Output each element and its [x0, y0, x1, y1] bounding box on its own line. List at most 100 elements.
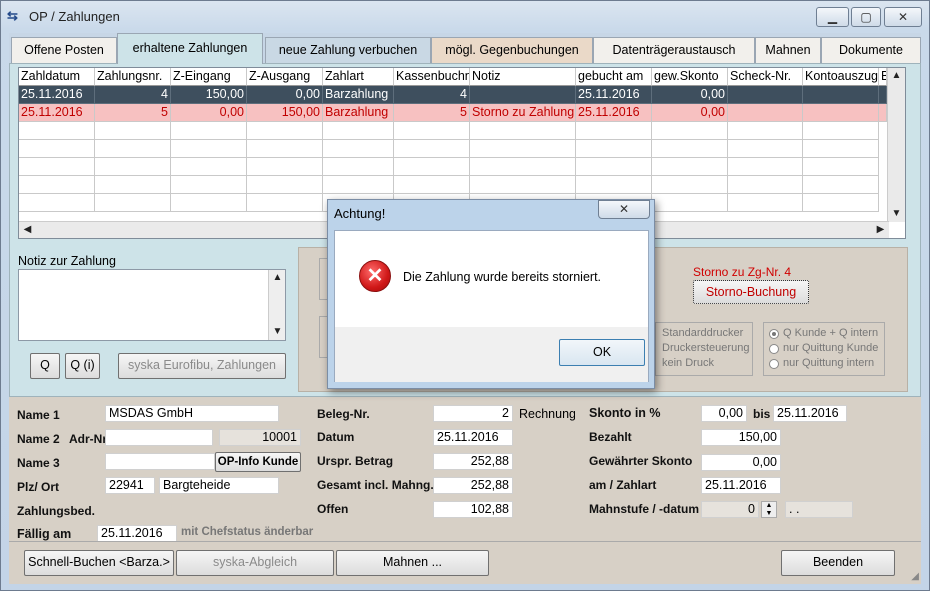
rechnung-label: Rechnung: [519, 407, 575, 421]
dialog-body: ✕ Die Zahlung wurde bereits storniert. O…: [334, 230, 649, 382]
dialog-message: Die Zahlung wurde bereits storniert.: [403, 270, 602, 284]
urspr-field[interactable]: 252,88: [433, 453, 513, 470]
skonto-field[interactable]: 0,00: [701, 405, 747, 422]
datum-field[interactable]: 25.11.2016: [433, 429, 513, 446]
scroll-down-icon[interactable]: ▼: [269, 324, 286, 340]
scroll-right-icon[interactable]: ▶: [872, 222, 889, 238]
schnell-buchen-button[interactable]: Schnell-Buchen <Barza.>: [24, 550, 174, 576]
table-cell: 5: [394, 104, 470, 122]
skonto-label: Skonto in %: [589, 406, 661, 420]
notiz-label: Notiz zur Zahlung: [18, 254, 116, 268]
tab-offene-posten[interactable]: Offene Posten: [11, 37, 117, 63]
adr-nr-field[interactable]: 10001: [219, 429, 301, 446]
scroll-left-icon[interactable]: ◀: [19, 222, 36, 238]
name2-field[interactable]: [105, 429, 213, 446]
bis-field[interactable]: 25.11.2016: [773, 405, 847, 422]
name3-label: Name 3: [17, 456, 60, 470]
q-intern-button[interactable]: Q (i): [65, 353, 100, 379]
close-button[interactable]: ✕: [884, 7, 922, 27]
mahnen-button[interactable]: Mahnen ...: [336, 550, 489, 576]
maximize-button[interactable]: ▢: [851, 7, 881, 27]
minimize-icon: ▁: [827, 10, 838, 24]
scroll-up-icon[interactable]: ▲: [269, 270, 286, 286]
printer-option[interactable]: kein Druck: [662, 357, 714, 369]
table-cell: 150,00: [247, 104, 323, 122]
column-header[interactable]: Kontoauszug-Nr.: [803, 68, 879, 86]
syska-abgleich-button[interactable]: syska-Abgleich: [176, 550, 334, 576]
table-row[interactable]: 25.11.2016 4 150,00 0,00 Barzahlung 4 25…: [19, 86, 887, 104]
column-header[interactable]: Z-Eingang: [171, 68, 247, 86]
table-row[interactable]: 25.11.2016 5 0,00 150,00 Barzahlung 5 St…: [19, 104, 887, 122]
chevron-up-icon[interactable]: ▲: [762, 502, 776, 510]
column-header[interactable]: gebucht am: [576, 68, 652, 86]
gew-skonto-field[interactable]: 0,00: [701, 454, 781, 471]
zahldatum-field[interactable]: 25.11.2016: [701, 477, 781, 494]
column-header[interactable]: Z-Ausgang: [247, 68, 323, 86]
tab-datentraeger[interactable]: Datenträgeraustausch: [593, 37, 755, 63]
zahlungsbed-label: Zahlungsbed.: [17, 504, 95, 518]
table-row[interactable]: [19, 122, 885, 140]
notiz-scrollbar[interactable]: ▲ ▼: [268, 270, 285, 340]
printer-group: Standarddrucker Druckersteuerung kein Dr…: [655, 322, 753, 376]
column-header[interactable]: Scheck-Nr.: [728, 68, 803, 86]
dialog-close-button[interactable]: ✕: [598, 200, 650, 219]
q-button[interactable]: Q: [30, 353, 60, 379]
table-row[interactable]: [19, 176, 885, 194]
resize-grip-icon[interactable]: ◢: [911, 571, 919, 582]
gesamt-field[interactable]: 252,88: [433, 477, 513, 494]
mahndatum-field[interactable]: . .: [785, 501, 853, 518]
tab-neue-zahlung[interactable]: neue Zahlung verbuchen: [265, 37, 431, 63]
name1-field[interactable]: MSDAS GmbH: [105, 405, 279, 422]
scroll-up-icon[interactable]: ▲: [888, 68, 905, 84]
vertical-scrollbar[interactable]: ▲ ▼: [887, 68, 905, 222]
faellig-field[interactable]: 25.11.2016: [97, 525, 177, 542]
column-header[interactable]: Zahldatum: [19, 68, 95, 86]
bezahlt-field[interactable]: 150,00: [701, 429, 781, 446]
tab-dokumente[interactable]: Dokumente: [821, 37, 921, 63]
column-header[interactable]: B: [879, 68, 887, 86]
eurofibu-button[interactable]: syska Eurofibu, Zahlungen: [118, 353, 286, 379]
chevron-down-icon[interactable]: ▼: [762, 510, 776, 518]
printer-option[interactable]: Druckersteuerung: [662, 342, 749, 354]
name3-field[interactable]: [105, 453, 215, 470]
divider: [9, 541, 921, 542]
gew-skonto-label: Gewährter Skonto: [589, 454, 693, 468]
table-cell: 4: [95, 86, 171, 104]
column-header[interactable]: Kassenbuchnr.: [394, 68, 470, 86]
mahnstufe-field[interactable]: 0: [701, 501, 759, 518]
column-header[interactable]: Notiz: [470, 68, 576, 86]
column-header[interactable]: Zahlart: [323, 68, 394, 86]
ort-field[interactable]: Bargteheide: [159, 477, 279, 494]
table-cell: 25.11.2016: [576, 86, 652, 104]
tab-erhaltene-zahlungen[interactable]: erhaltene Zahlungen: [117, 33, 263, 64]
radio-quittung-kunde[interactable]: [769, 344, 779, 354]
column-header[interactable]: gew.Skonto: [652, 68, 728, 86]
minimize-button[interactable]: ▁: [816, 7, 849, 27]
table-cell: 25.11.2016: [576, 104, 652, 122]
tab-mahnen[interactable]: Mahnen: [755, 37, 821, 63]
plz-field[interactable]: 22941: [105, 477, 155, 494]
table-row[interactable]: [19, 158, 885, 176]
scroll-down-icon[interactable]: ▼: [888, 206, 905, 222]
printer-option[interactable]: Standarddrucker: [662, 327, 743, 339]
beleg-label: Beleg-Nr.: [317, 407, 370, 421]
offen-field[interactable]: 102,88: [433, 501, 513, 518]
plz-label: Plz/ Ort: [17, 480, 60, 494]
table-cell: 150,00: [171, 86, 247, 104]
mahnstufe-label: Mahnstufe / -datum: [589, 502, 699, 516]
notiz-textarea[interactable]: ▲ ▼: [18, 269, 286, 341]
mahnstufe-stepper[interactable]: ▲ ▼: [761, 501, 777, 518]
ok-button[interactable]: OK: [559, 339, 645, 366]
radio-q-kunde[interactable]: [769, 329, 779, 339]
storno-button[interactable]: Storno-Buchung: [693, 280, 809, 304]
table-cell: 0,00: [652, 86, 728, 104]
beenden-button[interactable]: Beenden: [781, 550, 895, 576]
table-row[interactable]: [19, 140, 885, 158]
op-info-button[interactable]: OP-Info Kunde: [215, 452, 301, 472]
radio-quittung-intern[interactable]: [769, 359, 779, 369]
receipt-option: Q Kunde + Q intern: [783, 327, 879, 339]
tab-gegenbuchungen[interactable]: mögl. Gegenbuchungen: [431, 37, 593, 63]
column-header[interactable]: Zahlungsnr.: [95, 68, 171, 86]
gesamt-label: Gesamt incl. Mahng.: [317, 478, 434, 492]
beleg-field[interactable]: 2: [433, 405, 513, 422]
